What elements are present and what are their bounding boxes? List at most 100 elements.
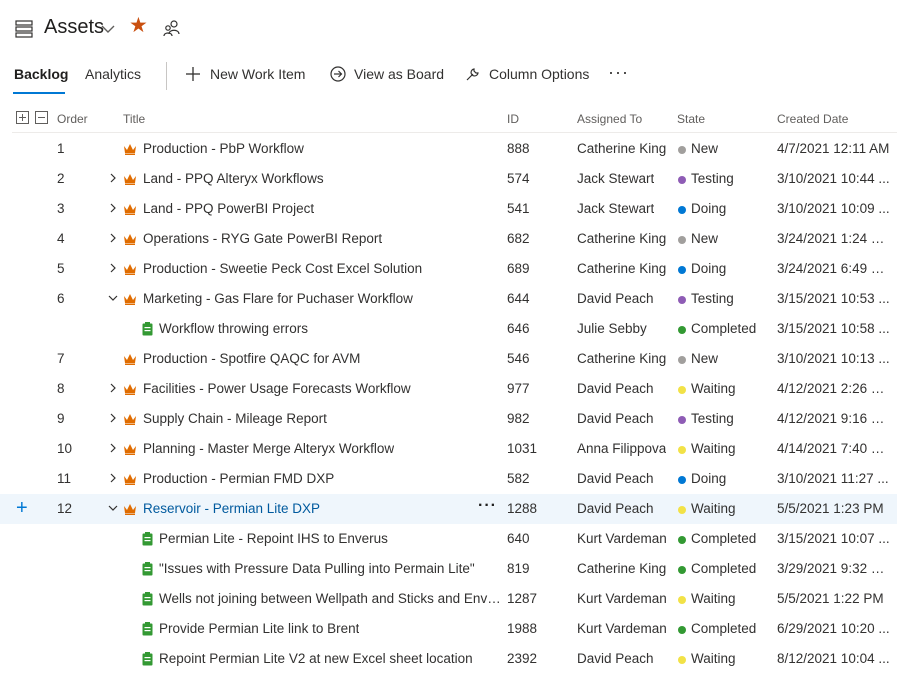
column-header-assigned-to[interactable]: Assigned To bbox=[577, 112, 642, 126]
table-row[interactable]: 8 Facilities - Power Usage Forecasts Work… bbox=[0, 374, 897, 404]
chevron-right-icon[interactable] bbox=[108, 173, 118, 183]
row-title[interactable]: "Issues with Pressure Data Pulling into … bbox=[159, 561, 475, 576]
table-row[interactable]: 7 Production - Spotfire QAQC for AVM 546 Ca… bbox=[0, 344, 897, 374]
row-assigned-to: Kurt Vardeman bbox=[577, 531, 667, 546]
row-state: Waiting bbox=[691, 651, 736, 666]
page-title[interactable]: Assets bbox=[44, 16, 104, 39]
table-row[interactable]: 3 Land - PPQ PowerBI Project 541 Jack Stewa… bbox=[0, 194, 897, 224]
state-dot-icon bbox=[678, 356, 686, 364]
row-id: 2392 bbox=[507, 651, 538, 666]
row-title[interactable]: Land - PPQ Alteryx Workflows bbox=[143, 171, 324, 186]
column-header-id[interactable]: ID bbox=[507, 112, 519, 126]
row-order: 5 bbox=[57, 261, 65, 276]
view-as-board-button[interactable]: View as Board bbox=[330, 66, 445, 86]
chevron-right-icon[interactable] bbox=[108, 233, 118, 243]
table-row[interactable]: Permian Lite - Repoint IHS to Enverus 640… bbox=[0, 524, 897, 554]
row-more-button[interactable]: ··· bbox=[478, 497, 497, 515]
row-title[interactable]: Production - Permian FMD DXP bbox=[143, 471, 334, 486]
chevron-down-icon[interactable] bbox=[108, 503, 118, 513]
page-header: Assets ★ bbox=[0, 0, 897, 58]
row-title[interactable]: Workflow throwing errors bbox=[159, 321, 308, 336]
row-state: Completed bbox=[691, 621, 757, 636]
row-created-date: 4/14/2021 7:40 PM bbox=[777, 441, 891, 456]
team-icon[interactable] bbox=[163, 18, 181, 38]
crown-icon bbox=[124, 234, 136, 245]
table-row[interactable]: 1 Production - PbP Workflow 888 Catherine K… bbox=[0, 134, 897, 164]
column-header-created-date[interactable]: Created Date bbox=[777, 112, 848, 126]
row-title[interactable]: Production - Spotfire QAQC for AVM bbox=[143, 351, 360, 366]
more-actions-button[interactable]: ··· bbox=[608, 62, 629, 83]
chevron-right-icon[interactable] bbox=[108, 203, 118, 213]
row-state: Waiting bbox=[691, 591, 736, 606]
table-row[interactable]: 2 Land - PPQ Alteryx Workflows 574 Jack Ste… bbox=[0, 164, 897, 194]
chevron-right-icon[interactable] bbox=[108, 473, 118, 483]
arrow-circle-icon bbox=[330, 66, 346, 82]
task-icon bbox=[142, 622, 153, 636]
tab-backlog[interactable]: Backlog bbox=[14, 66, 68, 82]
chevron-right-icon[interactable] bbox=[108, 383, 118, 393]
chevron-down-icon[interactable] bbox=[100, 22, 116, 36]
row-order: 3 bbox=[57, 201, 65, 216]
expand-all-icon[interactable] bbox=[16, 111, 29, 124]
chevron-right-icon[interactable] bbox=[108, 263, 118, 273]
table-row[interactable]: Wells not joining between Wellpath and S… bbox=[0, 584, 897, 614]
chevron-right-icon[interactable] bbox=[108, 443, 118, 453]
table-row[interactable]: 10 Planning - Master Merge Alteryx Workfl… bbox=[0, 434, 897, 464]
row-title[interactable]: Marketing - Gas Flare for Puchaser Workf… bbox=[143, 291, 413, 306]
row-title[interactable]: Reservoir - Permian Lite DXP bbox=[143, 501, 320, 516]
row-assigned-to: David Peach bbox=[577, 381, 654, 396]
new-work-item-button[interactable]: New Work Item bbox=[185, 66, 310, 86]
row-id: 582 bbox=[507, 471, 530, 486]
row-title[interactable]: Operations - RYG Gate PowerBI Report bbox=[143, 231, 382, 246]
row-title[interactable]: Provide Permian Lite link to Brent bbox=[159, 621, 359, 636]
row-title[interactable]: Permian Lite - Repoint IHS to Enverus bbox=[159, 531, 388, 546]
row-title[interactable]: Land - PPQ PowerBI Project bbox=[143, 201, 314, 216]
row-title[interactable]: Production - PbP Workflow bbox=[143, 141, 304, 156]
new-work-item-label: New Work Item bbox=[210, 66, 306, 82]
chevron-right-icon[interactable] bbox=[108, 413, 118, 423]
state-dot-icon bbox=[678, 296, 686, 304]
table-row[interactable]: 5 Production - Sweetie Peck Cost Excel So… bbox=[0, 254, 897, 284]
row-order: 9 bbox=[57, 411, 65, 426]
row-assigned-to: Catherine King bbox=[577, 351, 667, 366]
table-row[interactable]: 4 Operations - RYG Gate PowerBI Report 682… bbox=[0, 224, 897, 254]
table-row[interactable]: Repoint Permian Lite V2 at new Excel she… bbox=[0, 644, 897, 674]
add-child-button[interactable]: + bbox=[16, 498, 28, 518]
table-row[interactable]: 6 Marketing - Gas Flare for Puchaser Work… bbox=[0, 284, 897, 314]
row-title[interactable]: Repoint Permian Lite V2 at new Excel she… bbox=[159, 651, 473, 666]
table-row[interactable]: 9 Supply Chain - Mileage Report 982 David P… bbox=[0, 404, 897, 434]
row-created-date: 3/10/2021 10:44 ... bbox=[777, 171, 890, 186]
row-id: 644 bbox=[507, 291, 530, 306]
collapse-all-icon[interactable] bbox=[35, 111, 48, 124]
row-title[interactable]: Wells not joining between Wellpath and S… bbox=[159, 591, 504, 606]
row-assigned-to: Jack Stewart bbox=[577, 171, 655, 186]
row-title[interactable]: Supply Chain - Mileage Report bbox=[143, 411, 327, 426]
table-row[interactable]: Workflow throwing errors 646 Julie Sebby Co… bbox=[0, 314, 897, 344]
row-id: 682 bbox=[507, 231, 530, 246]
state-dot-icon bbox=[678, 566, 686, 574]
table-row[interactable]: Provide Permian Lite link to Brent 1988 Ku… bbox=[0, 614, 897, 644]
table-row[interactable]: +12 Reservoir - Permian Lite DXP ··· 1288 Da… bbox=[0, 494, 897, 524]
column-header-state[interactable]: State bbox=[677, 112, 705, 126]
row-assigned-to: Kurt Vardeman bbox=[577, 621, 667, 636]
state-dot-icon bbox=[678, 656, 686, 664]
column-header-order[interactable]: Order bbox=[57, 112, 88, 126]
column-header-title[interactable]: Title bbox=[123, 112, 145, 126]
row-order: 7 bbox=[57, 351, 65, 366]
toolbar-divider bbox=[166, 62, 167, 90]
row-title[interactable]: Facilities - Power Usage Forecasts Workf… bbox=[143, 381, 411, 396]
table-row[interactable]: "Issues with Pressure Data Pulling into … bbox=[0, 554, 897, 584]
tab-analytics[interactable]: Analytics bbox=[85, 66, 141, 82]
crown-icon bbox=[124, 204, 136, 215]
star-icon[interactable]: ★ bbox=[129, 15, 148, 36]
row-order: 8 bbox=[57, 381, 65, 396]
row-title[interactable]: Production - Sweetie Peck Cost Excel Sol… bbox=[143, 261, 422, 276]
row-state: New bbox=[691, 351, 719, 366]
row-assigned-to: David Peach bbox=[577, 471, 654, 486]
row-created-date: 4/12/2021 9:16 PM bbox=[777, 411, 891, 426]
task-icon bbox=[142, 562, 153, 576]
row-title[interactable]: Planning - Master Merge Alteryx Workflow bbox=[143, 441, 394, 456]
column-options-button[interactable]: Column Options bbox=[465, 66, 595, 86]
table-row[interactable]: 11 Production - Permian FMD DXP 582 David P… bbox=[0, 464, 897, 494]
chevron-down-icon[interactable] bbox=[108, 293, 118, 303]
